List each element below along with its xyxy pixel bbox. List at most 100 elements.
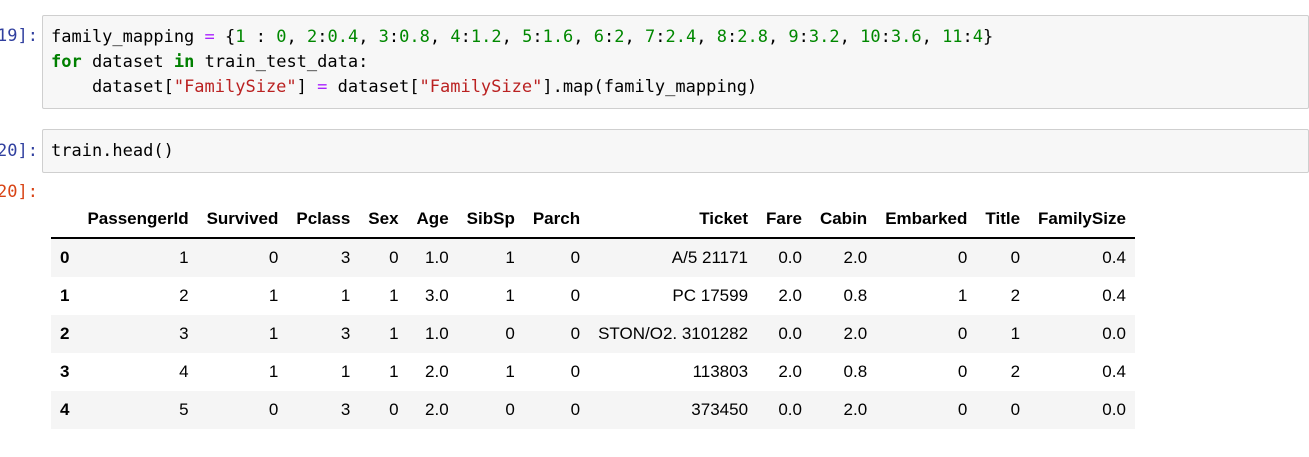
code-token: :	[655, 27, 666, 47]
code-token: 3.2	[808, 27, 840, 47]
code-token: dataset	[81, 52, 174, 72]
table-cell: 2.0	[843, 324, 868, 343]
code-token: :	[798, 27, 809, 47]
code-token: 9	[788, 27, 799, 47]
table-cell: PC 17599	[672, 286, 749, 305]
code-token: 5	[522, 27, 533, 47]
code-token: ,	[696, 27, 717, 47]
code-token: 1.6	[542, 27, 574, 47]
table-cell: 1	[505, 248, 515, 267]
table-cell: 0	[268, 400, 279, 419]
table-cell: 0	[505, 324, 515, 343]
table-cell: A/5 21171	[671, 248, 749, 267]
table-cell: 1	[1010, 324, 1021, 343]
table-cell: 1	[505, 286, 515, 305]
table-cell: 0.4	[1102, 362, 1126, 381]
table-cell: 2.0	[778, 286, 802, 305]
table-cell: 2.0	[425, 400, 449, 419]
code-token: 2.4	[665, 27, 697, 47]
input-prompt-20: [20]:	[0, 141, 38, 161]
table-cell: 0.4	[1102, 248, 1126, 267]
code-token: {	[214, 27, 236, 47]
table-cell: 2.0	[425, 362, 449, 381]
code-token: 7	[645, 27, 656, 47]
table-cell: 0	[389, 400, 399, 419]
table-cell: 0.8	[843, 362, 868, 381]
code-token: in	[173, 52, 195, 72]
column-header: SibSp	[457, 200, 524, 239]
table-cell: 0	[268, 248, 279, 267]
row-index: 4	[60, 400, 70, 419]
index-header	[51, 200, 79, 239]
column-header: Sex	[359, 200, 408, 239]
code-token: 3.6	[890, 27, 922, 47]
table-cell: STON/O2. 3101282	[598, 324, 749, 343]
table-row: 3 4 1 1 1 2.0 1 0 113803 2.0 0.8 0 2 0.4	[51, 353, 1135, 391]
table-cell: 0	[570, 400, 581, 419]
code-token: 2	[614, 27, 625, 47]
table-cell: 1	[389, 362, 399, 381]
row-index: 1	[60, 286, 70, 305]
column-header: PassengerId	[78, 200, 198, 239]
code-token: ,	[501, 27, 523, 47]
code-token: ,	[921, 27, 943, 47]
table-cell: 0	[570, 362, 581, 381]
table-cell: 0	[957, 362, 968, 381]
table-cell: 0.0	[778, 400, 802, 419]
code-token: }	[983, 27, 994, 47]
code-token: 1	[235, 27, 246, 47]
code-line: train.head()	[51, 139, 1300, 164]
code-token: 2	[306, 27, 318, 47]
table-cell: 1	[179, 248, 189, 267]
table-cell: 1	[268, 286, 279, 305]
code-token: 10	[860, 27, 881, 47]
column-header: Survived	[197, 200, 288, 239]
code-token: :	[388, 27, 400, 47]
table-cell: 0	[957, 248, 968, 267]
table-cell: 2	[1010, 362, 1021, 381]
code-token: 4	[450, 27, 461, 47]
table-cell: 0	[957, 400, 968, 419]
code-token: :	[962, 27, 973, 47]
code-cell-20-editor[interactable]: train.head()	[42, 129, 1309, 173]
code-token: :	[726, 27, 738, 47]
code-token: ,	[286, 27, 307, 47]
code-token: :	[245, 27, 277, 47]
code-token: ]	[296, 77, 318, 97]
code-token: train_test_data:	[194, 52, 369, 72]
table-cell: 3	[340, 324, 351, 343]
code-line: dataset["FamilySize"] = dataset["FamilyS…	[51, 75, 1300, 100]
table-row: 1 2 1 1 1 3.0 1 0 PC 17599 2.0 0.8 1 2 0.4	[51, 277, 1135, 315]
code-token: ,	[358, 27, 379, 47]
code-token: :	[604, 27, 615, 47]
code-token: 0	[276, 27, 287, 47]
column-header: Pclass	[287, 200, 360, 239]
column-header: Parch	[523, 200, 590, 239]
column-header: Fare	[757, 200, 811, 239]
table-cell: 2	[179, 286, 189, 305]
code-line: for dataset in train_test_data:	[51, 50, 1300, 75]
code-token: :	[880, 27, 891, 47]
code-token: family_mapping	[51, 27, 205, 47]
table-cell: 1	[389, 324, 399, 343]
table-cell: 0	[1010, 400, 1021, 419]
code-token: 2.8	[737, 27, 768, 47]
table-cell: 1	[957, 286, 968, 305]
code-token: for	[51, 52, 82, 72]
row-index: 3	[60, 362, 70, 381]
code-token: dataset[	[327, 77, 420, 97]
code-token: 1.2	[470, 27, 502, 47]
table-cell: 3	[340, 248, 351, 267]
code-token: 0.8	[399, 27, 430, 47]
table-cell: 113803	[692, 362, 749, 381]
column-header: Age	[407, 200, 458, 239]
table-cell: 0	[1010, 248, 1021, 267]
table-cell: 0	[957, 324, 968, 343]
code-line: family_mapping = {1 : 0, 2:0.4, 3:0.8, 4…	[51, 25, 1300, 50]
code-cell-19-editor[interactable]: family_mapping = {1 : 0, 2:0.4, 3:0.8, 4…	[42, 15, 1309, 109]
table-row: 2 3 1 3 1 1.0 0 0 STON/O2. 3101282 0.0 2.0 0 1 0.0	[51, 315, 1135, 353]
code-token: ,	[839, 27, 861, 47]
column-header: Cabin	[810, 200, 877, 239]
row-index: 2	[60, 324, 70, 343]
column-header: FamilySize	[1029, 200, 1135, 239]
